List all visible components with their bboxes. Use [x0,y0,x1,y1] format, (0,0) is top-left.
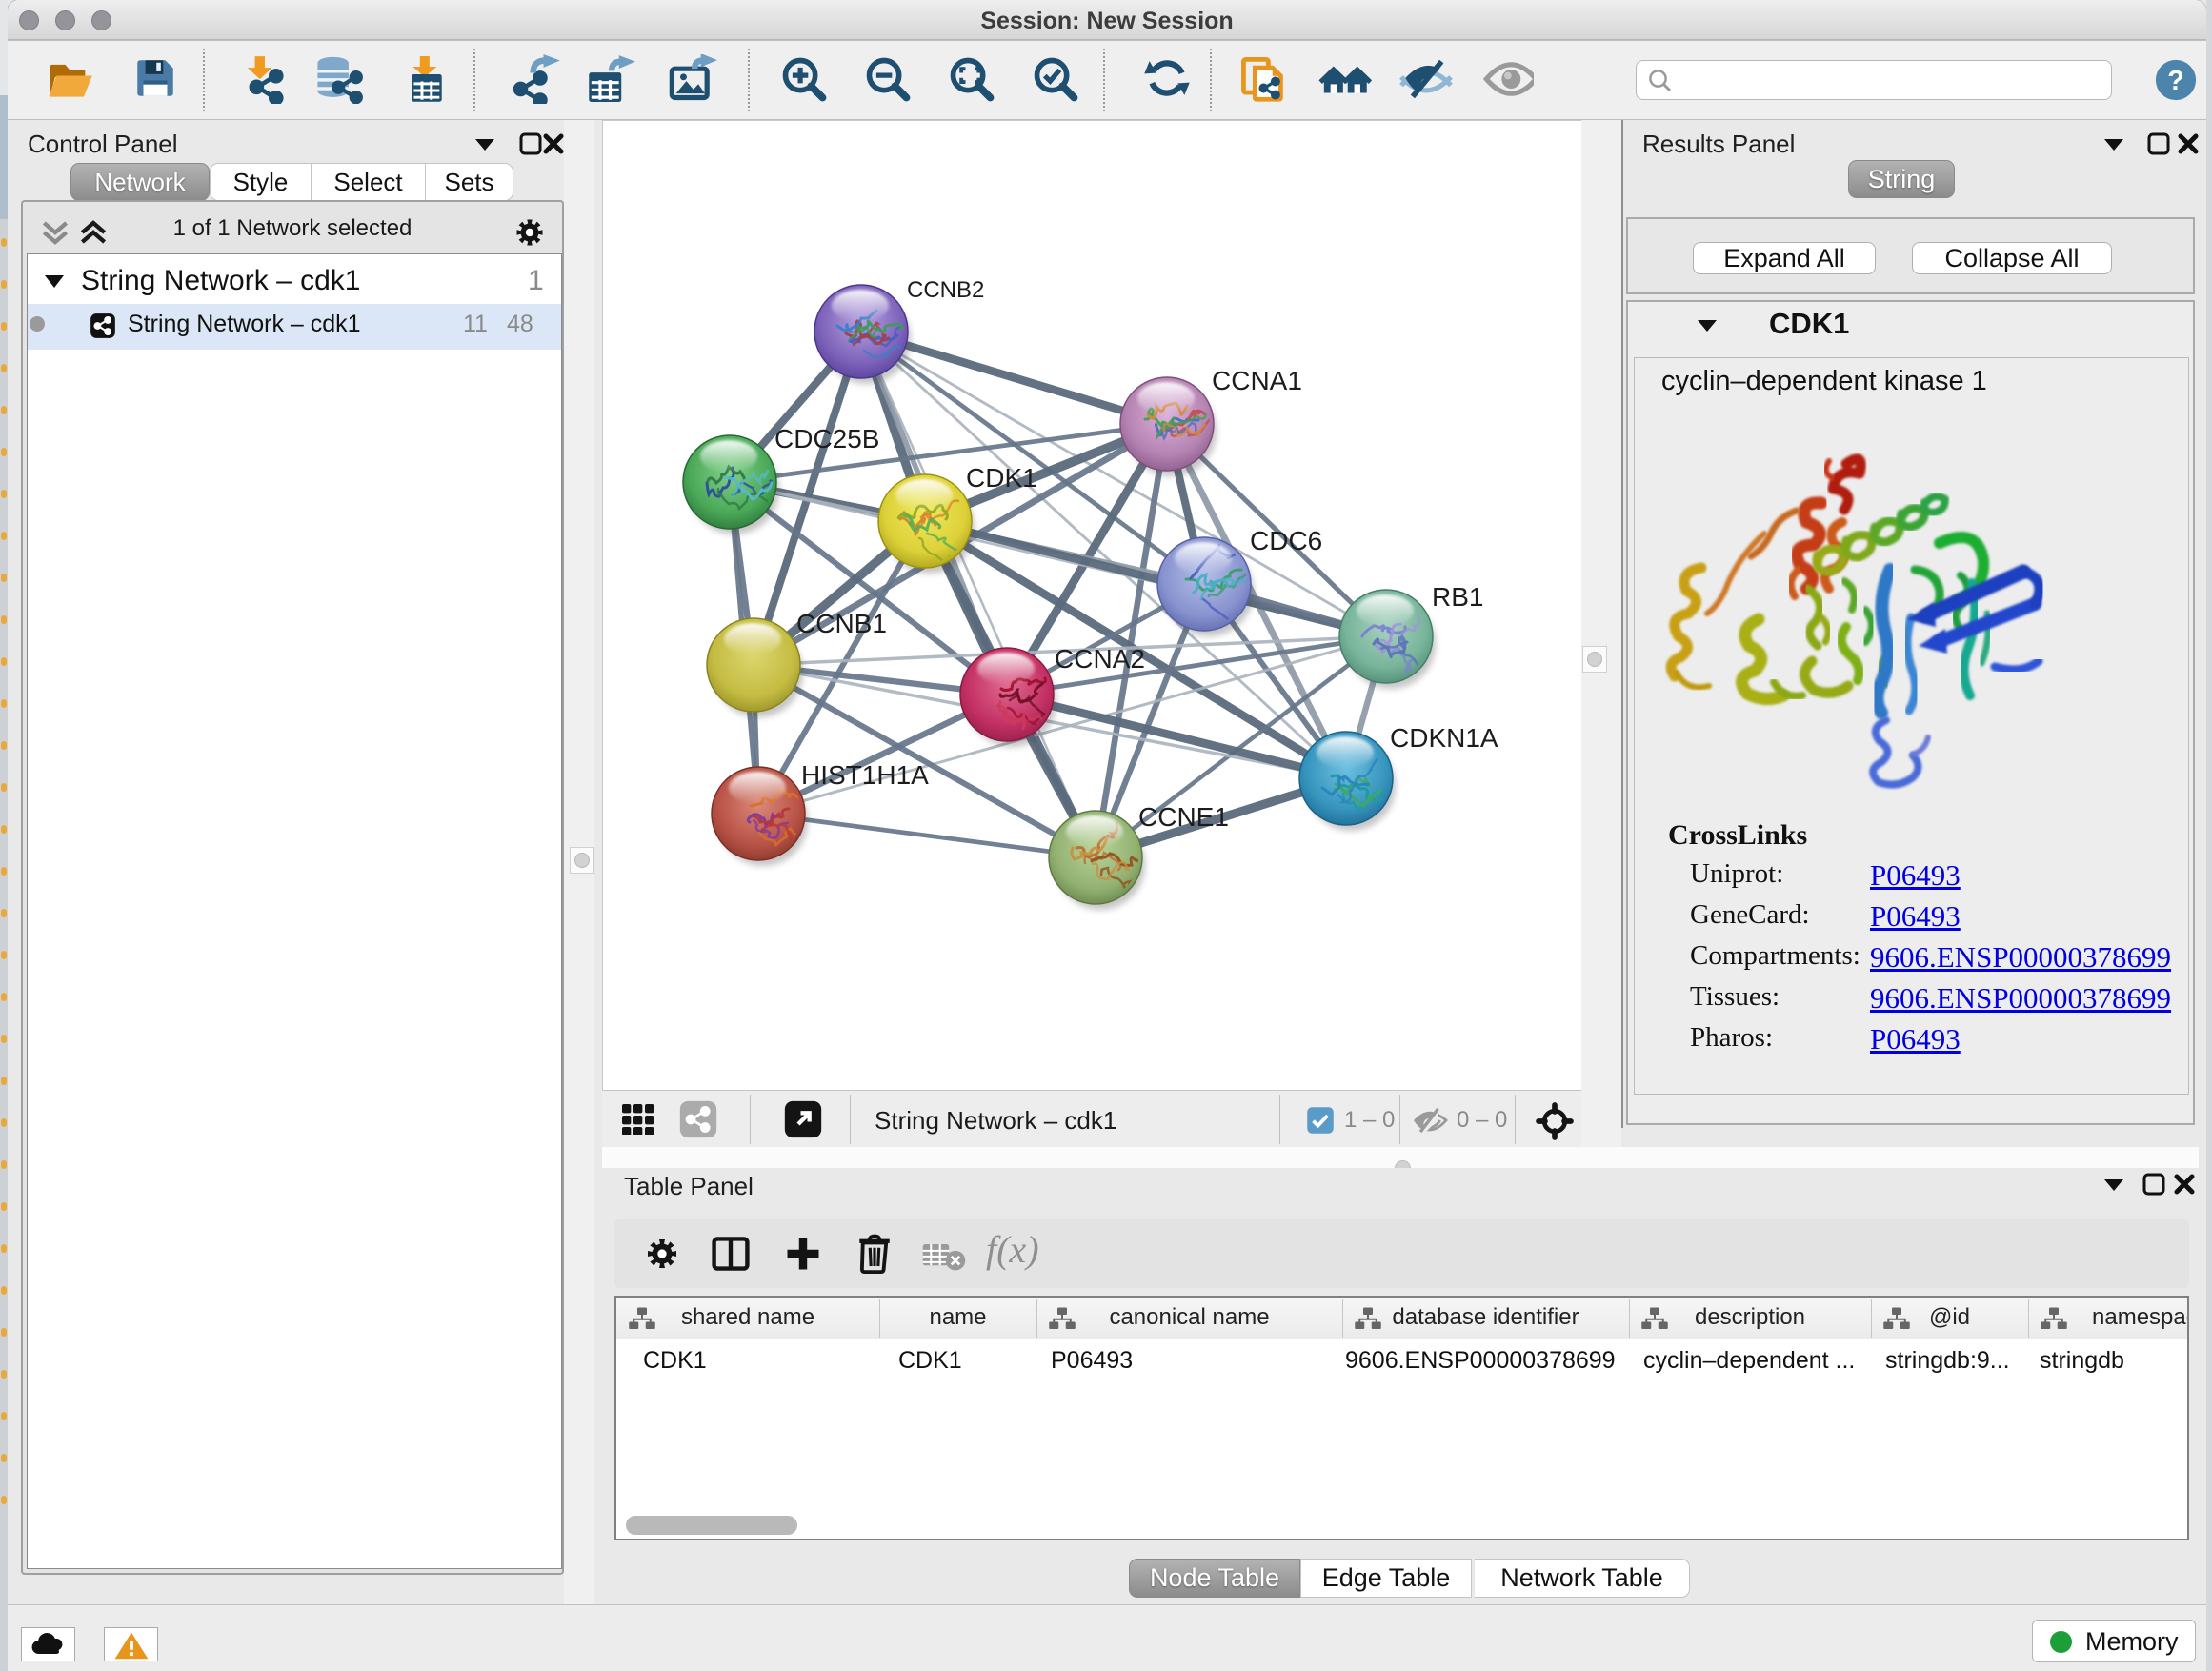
svg-text:CCNB1: CCNB1 [796,609,887,638]
svg-text:CCNA1: CCNA1 [1212,366,1302,395]
svg-text:CDK1: CDK1 [966,463,1037,493]
svg-text:RB1: RB1 [1432,582,1483,612]
svg-text:CDC6: CDC6 [1250,526,1322,555]
svg-text:CCNA2: CCNA2 [1055,644,1145,674]
svg-text:CDC25B: CDC25B [774,424,879,453]
svg-text:HIST1H1A: HIST1H1A [801,760,929,790]
svg-text:?: ? [2167,66,2184,96]
svg-text:CCNB2: CCNB2 [907,277,984,303]
svg-text:CDKN1A: CDKN1A [1390,723,1498,753]
svg-text:CCNE1: CCNE1 [1138,802,1229,832]
